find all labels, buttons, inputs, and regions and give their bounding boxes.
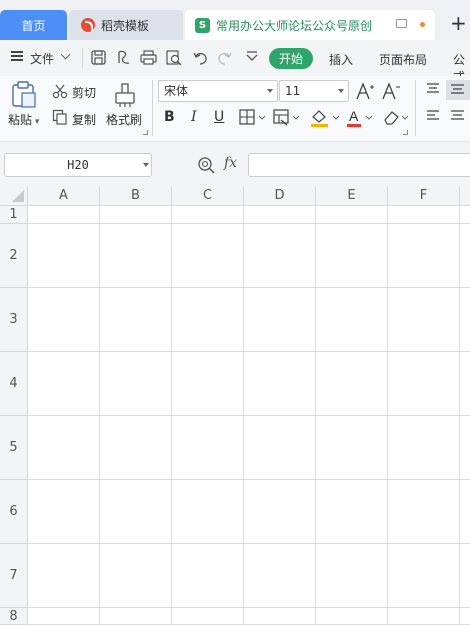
gridline bbox=[28, 351, 470, 352]
monitor-icon[interactable] bbox=[396, 19, 407, 28]
gridline bbox=[315, 206, 316, 625]
zoom-find-icon[interactable] bbox=[197, 156, 215, 174]
tab-docer-templates[interactable]: 稻壳模板 bbox=[69, 10, 183, 40]
fill-color-icon[interactable] bbox=[311, 110, 340, 127]
undo-icon[interactable] bbox=[193, 52, 207, 65]
chevron-down-icon bbox=[338, 89, 344, 93]
column-header-e[interactable]: E bbox=[316, 186, 388, 206]
align-center-icon[interactable] bbox=[451, 110, 464, 120]
column-header-d[interactable]: D bbox=[244, 186, 316, 206]
chevron-down-icon bbox=[267, 89, 273, 93]
ribbon-tab-start[interactable]: 开始 bbox=[269, 48, 313, 69]
gridline bbox=[28, 415, 470, 416]
hamburger-menu-icon[interactable] bbox=[11, 51, 23, 61]
row-header-4[interactable]: 4 bbox=[0, 352, 28, 416]
quick-access-toolbar bbox=[91, 50, 258, 66]
increase-font-size-icon[interactable] bbox=[356, 82, 374, 100]
column-header-c[interactable]: C bbox=[172, 186, 244, 206]
chevron-down-icon[interactable] bbox=[143, 163, 149, 167]
gridline bbox=[28, 543, 470, 544]
cell-grid[interactable] bbox=[28, 206, 470, 625]
row-header-3[interactable]: 3 bbox=[0, 288, 28, 352]
copy-button[interactable]: 复制 bbox=[72, 111, 96, 128]
gridline bbox=[28, 287, 470, 288]
gridline bbox=[28, 607, 470, 608]
formula-input[interactable] bbox=[248, 153, 470, 177]
tab-document-label: 常用办公大师论坛公众号原创 bbox=[216, 18, 373, 33]
divider bbox=[152, 80, 153, 136]
underline-button[interactable]: U bbox=[214, 109, 224, 125]
gridline bbox=[99, 206, 100, 625]
paste-icon[interactable] bbox=[10, 81, 38, 109]
select-all-triangle-icon bbox=[12, 190, 24, 202]
row-header-1[interactable]: 1 bbox=[0, 206, 28, 224]
row-header-2[interactable]: 2 bbox=[0, 224, 28, 288]
cut-button[interactable]: 剪切 bbox=[72, 84, 96, 101]
unsaved-dot-icon bbox=[420, 22, 425, 27]
select-all-corner[interactable] bbox=[0, 186, 28, 206]
docer-logo-icon bbox=[81, 18, 95, 32]
bold-button[interactable]: B bbox=[164, 109, 175, 125]
output-pdf-icon[interactable] bbox=[118, 50, 130, 64]
clipboard-group-expand-icon[interactable] bbox=[143, 130, 148, 135]
tab-home-label: 首页 bbox=[21, 18, 46, 33]
align-top-icon[interactable] bbox=[427, 83, 439, 93]
copy-icon[interactable] bbox=[52, 109, 68, 125]
tab-template-label: 稻壳模板 bbox=[101, 18, 150, 33]
cell-style-icon[interactable] bbox=[273, 109, 300, 126]
scissors-icon[interactable] bbox=[52, 83, 68, 99]
align-middle-icon[interactable] bbox=[446, 80, 470, 100]
align-left-icon[interactable] bbox=[427, 110, 439, 120]
save-icon[interactable] bbox=[91, 50, 106, 65]
name-box[interactable]: H20 bbox=[4, 153, 152, 177]
file-menu[interactable]: 文件 bbox=[30, 50, 54, 67]
gridline bbox=[387, 206, 388, 625]
tab-home[interactable]: 首页 bbox=[0, 10, 67, 40]
font-group-expand-icon[interactable] bbox=[403, 130, 408, 135]
ribbon-tab-page-layout[interactable]: 页面布局 bbox=[379, 51, 427, 68]
tab-document[interactable]: S 常用办公大师论坛公众号原创 bbox=[185, 10, 435, 40]
row-header-6[interactable]: 6 bbox=[0, 480, 28, 544]
format-painter-button[interactable]: 格式刷 bbox=[106, 111, 142, 128]
gridline bbox=[243, 206, 244, 625]
row-header-8[interactable]: 8 bbox=[0, 608, 28, 625]
column-header-a[interactable]: A bbox=[28, 186, 100, 206]
row-header-7[interactable]: 7 bbox=[0, 544, 28, 608]
paste-button[interactable]: 粘贴 ▾ bbox=[8, 111, 39, 128]
italic-button[interactable]: I bbox=[191, 109, 197, 125]
print-icon[interactable] bbox=[140, 50, 157, 65]
row-header-5[interactable]: 5 bbox=[0, 416, 28, 480]
font-name-value: 宋体 bbox=[164, 84, 189, 98]
border-icon[interactable] bbox=[239, 109, 266, 125]
tab-bar: 首页 稻壳模板 S 常用办公大师论坛公众号原创 + bbox=[0, 0, 470, 40]
paste-label: 粘贴 bbox=[8, 113, 33, 127]
font-color-letter: A bbox=[349, 108, 359, 124]
font-size-value: 11 bbox=[285, 84, 301, 98]
font-style-tools: A bbox=[239, 108, 408, 127]
font-size-select[interactable]: 11 bbox=[279, 80, 349, 102]
customize-toolbar-icon[interactable] bbox=[246, 51, 258, 61]
gridline bbox=[459, 206, 460, 625]
insert-function-button[interactable]: fx bbox=[224, 155, 237, 171]
gridline bbox=[28, 479, 470, 480]
font-color-icon[interactable]: A bbox=[347, 108, 373, 127]
decrease-font-size-icon[interactable] bbox=[382, 82, 400, 100]
column-header-b[interactable]: B bbox=[100, 186, 172, 206]
gridline bbox=[28, 223, 470, 224]
ribbon-tab-insert[interactable]: 插入 bbox=[329, 51, 353, 68]
divider bbox=[82, 48, 83, 68]
eraser-icon[interactable] bbox=[384, 111, 408, 125]
column-header-f[interactable]: F bbox=[388, 186, 460, 206]
divider bbox=[415, 80, 416, 136]
spreadsheet-logo-icon: S bbox=[195, 17, 210, 33]
print-preview-icon[interactable] bbox=[166, 50, 182, 66]
format-painter-icon[interactable] bbox=[113, 81, 137, 109]
redo-icon[interactable] bbox=[218, 52, 232, 65]
new-tab-button[interactable]: + bbox=[450, 13, 467, 33]
alignment-tools bbox=[427, 80, 470, 120]
font-name-select[interactable]: 宋体 bbox=[158, 80, 278, 102]
font-size-buttons bbox=[356, 82, 400, 100]
gridline bbox=[171, 206, 172, 625]
